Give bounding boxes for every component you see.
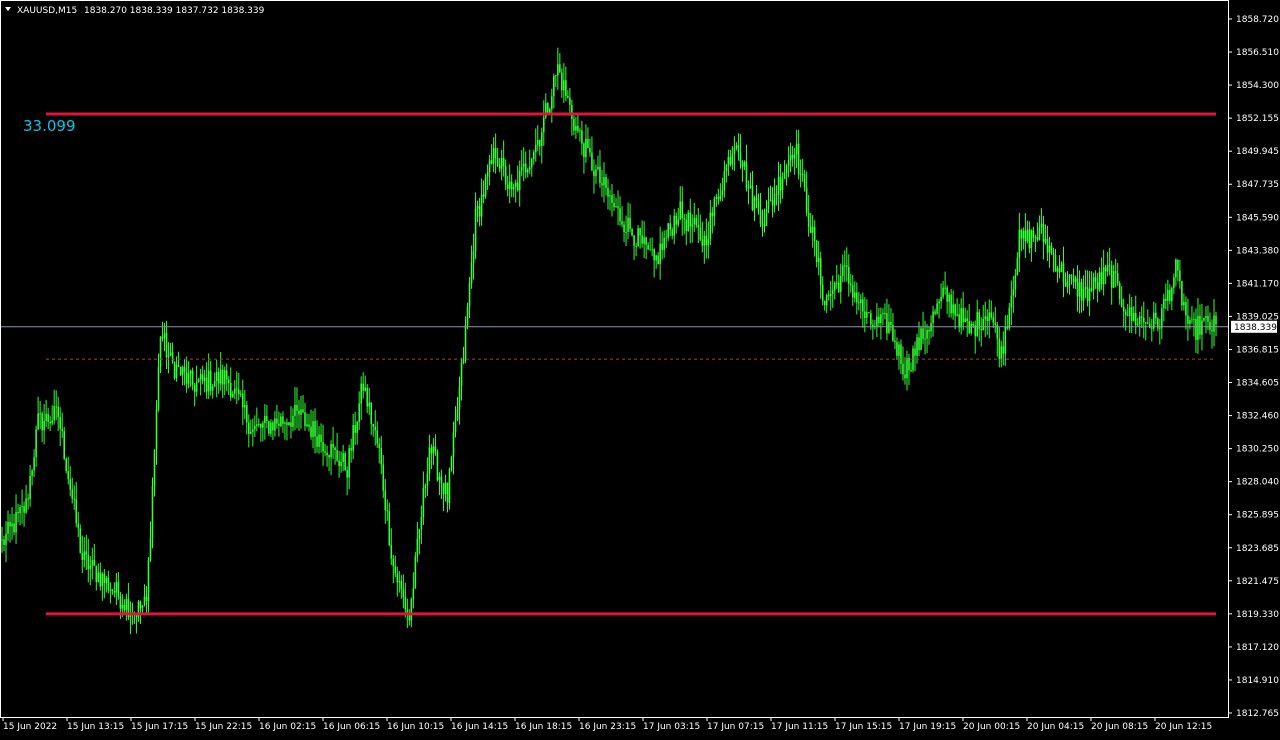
time-tick-label: 16 Jun 23:15 — [579, 722, 636, 732]
time-tick-label: 17 Jun 19:15 — [899, 722, 956, 732]
price-tick-label: 1812.765 — [1236, 709, 1279, 719]
symbol-timeframe: XAUUSD,M15 — [17, 6, 77, 16]
price-tick-label: 1858.720 — [1236, 15, 1279, 25]
price-tick-label: 1819.330 — [1236, 610, 1279, 620]
price-tick-label: 1832.460 — [1236, 412, 1279, 422]
trading-chart[interactable]: 33.099 XAUUSD,M15 1838.270 1838.339 1837… — [0, 0, 1280, 736]
candles-layer — [1, 47, 1217, 635]
price-axis[interactable]: 1858.720 1856.510 1854.300 1852.155 1849.945… — [1228, 15, 1279, 719]
price-tick-label: 1845.590 — [1236, 213, 1279, 223]
time-tick-label: 16 Jun 10:15 — [387, 722, 444, 732]
time-tick-label: 16 Jun 02:15 — [259, 722, 316, 732]
time-tick-label: 16 Jun 06:15 — [323, 722, 380, 732]
time-tick-label: 16 Jun 14:15 — [451, 722, 508, 732]
time-tick-label: 15 Jun 2022 — [3, 722, 57, 732]
time-tick-label: 15 Jun 13:15 — [67, 722, 124, 732]
time-tick-label: 20 Jun 08:15 — [1091, 722, 1148, 732]
price-tick-label: 1834.605 — [1236, 379, 1279, 389]
time-axis[interactable]: 15 Jun 2022 15 Jun 13:15 15 Jun 17:15 15 Ju… — [2, 717, 1212, 732]
price-tick-label: 1828.040 — [1236, 478, 1279, 488]
price-tick-label: 1841.170 — [1236, 279, 1279, 289]
price-tick-label: 1821.475 — [1236, 577, 1279, 587]
time-tick-label: 20 Jun 00:15 — [963, 722, 1020, 732]
price-tick-label: 1843.380 — [1236, 246, 1279, 256]
time-tick-label: 17 Jun 07:15 — [707, 722, 764, 732]
time-tick-label: 16 Jun 18:15 — [515, 722, 572, 732]
current-price-value: 1838.339 — [1234, 323, 1277, 333]
time-tick-label: 20 Jun 04:15 — [1027, 722, 1084, 732]
price-tick-label: 1854.300 — [1236, 81, 1279, 91]
price-tick-label: 1852.155 — [1236, 114, 1279, 124]
price-tick-label: 1847.735 — [1236, 180, 1279, 190]
price-tick-label: 1849.945 — [1236, 147, 1279, 157]
time-tick-label: 15 Jun 22:15 — [195, 722, 252, 732]
price-tick-label: 1830.250 — [1236, 445, 1279, 455]
ohlc-values: 1838.270 1838.339 1837.732 1838.339 — [84, 6, 265, 16]
price-tick-label: 1817.120 — [1236, 643, 1279, 653]
price-tick-label: 1825.895 — [1236, 511, 1279, 521]
price-tick-label: 1856.510 — [1236, 48, 1279, 58]
time-tick-label: 15 Jun 17:15 — [131, 722, 188, 732]
time-tick-label: 17 Jun 15:15 — [835, 722, 892, 732]
dropdown-triangle-icon[interactable] — [5, 7, 11, 11]
time-tick-label: 20 Jun 12:15 — [1155, 722, 1212, 732]
price-tick-label: 1814.910 — [1236, 676, 1279, 686]
chart-header[interactable]: XAUUSD,M15 1838.270 1838.339 1837.732 18… — [5, 6, 265, 16]
range-label: 33.099 — [23, 117, 76, 135]
price-tick-label: 1836.815 — [1236, 345, 1279, 355]
price-tick-label: 1823.685 — [1236, 544, 1279, 554]
time-tick-label: 17 Jun 03:15 — [643, 722, 700, 732]
current-price-marker: 1838.339 — [1231, 320, 1277, 333]
chart-svg[interactable]: 33.099 XAUUSD,M15 1838.270 1838.339 1837… — [0, 0, 1280, 736]
time-tick-label: 17 Jun 11:15 — [771, 722, 828, 732]
